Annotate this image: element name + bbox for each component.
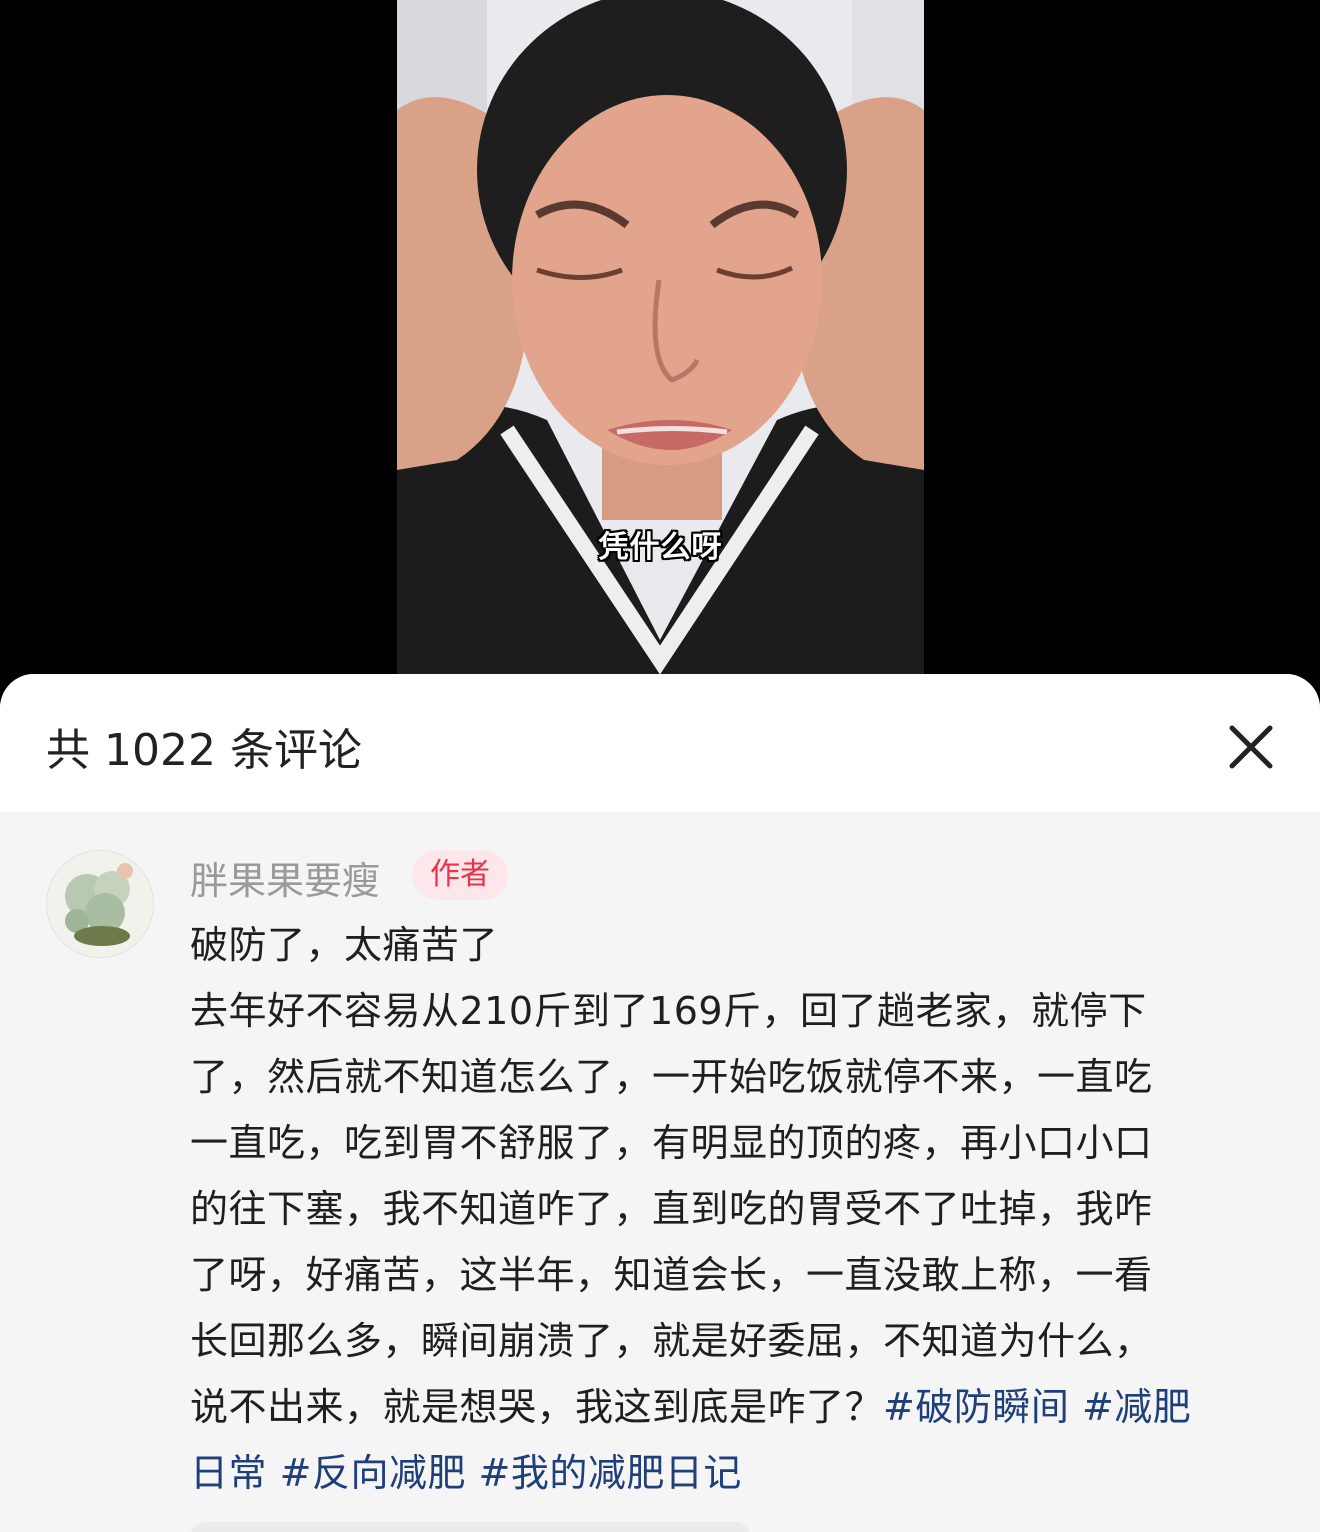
hashtag-link[interactable]: #我的减肥日记 bbox=[479, 1451, 742, 1495]
video-subtitle: 凭什么呀 bbox=[598, 530, 723, 565]
comment-line: 了，然后就不知道怎么了，一开始吃饭就停不来，一直吃 bbox=[190, 1055, 1153, 1099]
comment-line: 长回那么多，瞬间崩溃了，就是好委屈，不知道为什么， bbox=[190, 1319, 1153, 1363]
replies-placeholder bbox=[190, 1522, 750, 1532]
comment-line: 的往下塞，我不知道咋了，直到吃的胃受不了吐掉，我咋 bbox=[190, 1187, 1153, 1231]
comment-username[interactable]: 胖果果要瘦 bbox=[190, 850, 380, 905]
avatar[interactable] bbox=[46, 850, 154, 958]
comments-sheet: 共 1022 条评论 胖果果要瘦 作者 破防了，太痛苦了 去年好不容易从210斤… bbox=[0, 674, 1320, 1532]
video-player[interactable]: 凭什么呀 bbox=[397, 0, 924, 674]
video-frame-image bbox=[397, 0, 924, 674]
comment-count-title: 共 1022 条评论 bbox=[46, 725, 362, 776]
app-screen: 凭什么呀 共 1022 条评论 胖果果要瘦 作者 破防了，太痛苦了 去年好不容易… bbox=[0, 0, 1320, 1532]
hashtag-link[interactable]: #反向减肥 bbox=[280, 1451, 466, 1495]
hashtag-link[interactable]: #破防瞬间 bbox=[883, 1385, 1069, 1429]
comment-line-with-tags: 说不出来，就是想哭，我这到底是咋了？#破防瞬间 #减肥 bbox=[190, 1374, 1270, 1440]
close-icon[interactable] bbox=[1222, 718, 1280, 776]
comment-line: 了呀，好痛苦，这半年，知道会长，一直没敢上称，一看 bbox=[190, 1253, 1153, 1297]
hashtag-link[interactable]: 日常 bbox=[190, 1451, 267, 1495]
comment-body: 破防了，太痛苦了 去年好不容易从210斤到了169斤，回了趟老家，就停下 了，然… bbox=[190, 912, 1270, 1506]
comment-line: 说不出来，就是想哭，我这到底是咋了？ bbox=[190, 1385, 884, 1429]
hashtag-link[interactable]: #减肥 bbox=[1082, 1385, 1191, 1429]
comment-line: 破防了，太痛苦了 bbox=[190, 923, 499, 967]
comment-tags-line: 日常 #反向减肥 #我的减肥日记 bbox=[190, 1440, 1270, 1506]
comment-line: 去年好不容易从210斤到了169斤，回了趟老家，就停下 bbox=[190, 989, 1147, 1033]
comment-line: 一直吃，吃到胃不舒服了，有明显的顶的疼，再小口小口 bbox=[190, 1121, 1153, 1165]
comment-item: 胖果果要瘦 作者 破防了，太痛苦了 去年好不容易从210斤到了169斤，回了趟老… bbox=[0, 812, 1320, 1532]
comments-header: 共 1022 条评论 bbox=[0, 674, 1320, 812]
author-badge: 作者 bbox=[412, 850, 508, 900]
